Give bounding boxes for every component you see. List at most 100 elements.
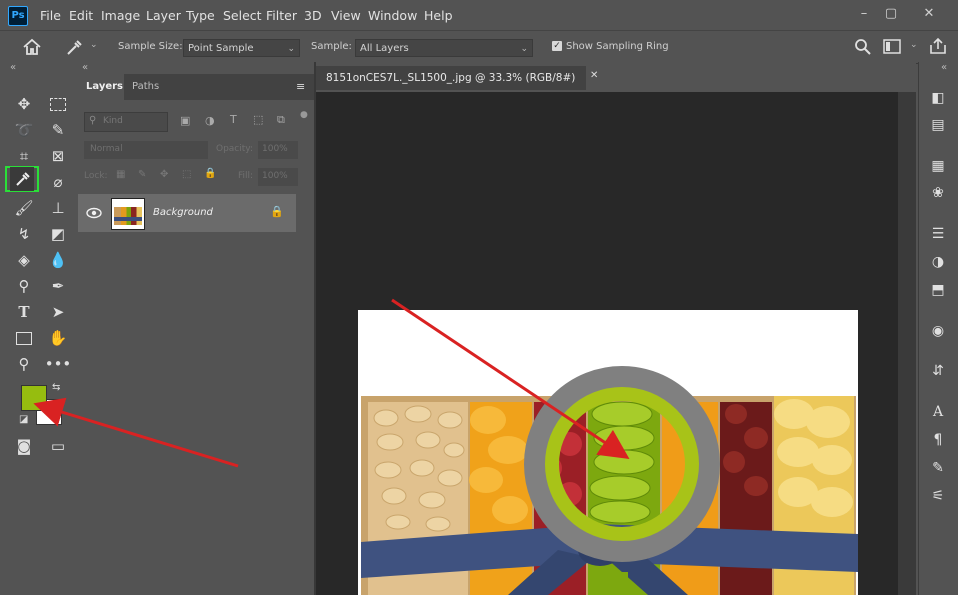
workspace-chevron-icon[interactable]: ⌄ xyxy=(910,40,918,50)
eyedropper-tool-preset-icon[interactable] xyxy=(64,38,84,56)
layer-row-background[interactable]: Background 🔒 xyxy=(78,194,296,232)
healing-brush-tool-icon[interactable]: ⌀ xyxy=(46,170,70,194)
foreground-color-swatch[interactable] xyxy=(21,385,47,411)
opacity-field[interactable]: 100% xyxy=(258,141,298,159)
quick-selection-tool-icon[interactable]: ✎ xyxy=(46,118,70,142)
menu-image[interactable]: Image xyxy=(101,8,140,23)
dodge-tool-icon[interactable]: ⚲ xyxy=(12,274,36,298)
layer-lock-icon: 🔒 xyxy=(270,205,284,218)
adjustments-panel-icon[interactable]: ☰ xyxy=(928,224,948,244)
brush-settings-panel-icon[interactable]: ⚟ xyxy=(928,486,948,506)
menu-view[interactable]: View xyxy=(331,8,361,23)
expand-panels-icon[interactable]: « xyxy=(941,62,947,73)
history-panel-icon[interactable]: ⇵ xyxy=(928,361,948,381)
menu-window[interactable]: Window xyxy=(368,8,417,23)
blend-mode-select[interactable]: Normal xyxy=(84,141,208,159)
menu-file[interactable]: File xyxy=(40,8,61,23)
pen-tool-icon[interactable]: ✒ xyxy=(46,274,70,298)
filter-smart-object-icon[interactable]: ⧉ xyxy=(277,113,285,127)
screen-mode-icon[interactable]: ▭ xyxy=(46,434,70,458)
swap-colors-icon[interactable]: ⇆ xyxy=(52,382,60,393)
menu-select[interactable]: Select xyxy=(223,8,262,23)
more-tools-icon[interactable]: ••• xyxy=(45,352,72,376)
character-panel-icon[interactable]: A xyxy=(928,402,948,422)
show-ring-checkbox[interactable]: ✓ xyxy=(552,41,562,51)
lock-all-icon[interactable]: 🔒 xyxy=(204,168,216,179)
swatches-panel-icon[interactable]: ▤ xyxy=(928,115,948,135)
workspace-icon[interactable] xyxy=(883,39,903,55)
filter-type-icon[interactable]: T xyxy=(230,113,237,126)
channels-panel-icon[interactable]: ◉ xyxy=(928,321,948,341)
document-area xyxy=(316,62,916,595)
libraries-panel-icon[interactable]: ❀ xyxy=(928,183,948,203)
marquee-tool-icon[interactable] xyxy=(46,92,70,116)
tab-layers[interactable]: Layers xyxy=(78,74,124,101)
color-panel-icon[interactable]: ◧ xyxy=(928,88,948,108)
history-brush-tool-icon[interactable]: ↯ xyxy=(12,222,36,246)
lasso-tool-icon[interactable]: ➰ xyxy=(12,118,36,142)
tab-paths[interactable]: Paths xyxy=(124,74,168,100)
lock-image-icon[interactable]: ✎ xyxy=(138,169,146,180)
preset-chevron-icon[interactable]: ⌄ xyxy=(90,40,98,50)
lock-position-icon[interactable]: ✥ xyxy=(160,169,168,180)
eyedropper-tool-icon[interactable] xyxy=(10,167,34,191)
type-tool-icon[interactable]: T xyxy=(12,300,36,324)
menu-type[interactable]: Type xyxy=(186,8,215,23)
brushes-panel-icon[interactable]: ✎ xyxy=(928,458,948,478)
chevron-down-icon: ⌄ xyxy=(287,44,295,54)
tab-paths-label: Paths xyxy=(132,81,160,92)
frame-tool-icon[interactable]: ⊠ xyxy=(46,144,70,168)
filter-toggle-icon[interactable]: ● xyxy=(300,110,308,120)
collapse-icon[interactable]: « xyxy=(10,62,16,73)
default-colors-icon[interactable]: ◪ xyxy=(19,414,28,425)
styles-panel-icon[interactable]: ◑ xyxy=(928,252,948,272)
filter-adjustment-icon[interactable]: ◑ xyxy=(205,114,215,127)
sample-select[interactable]: All Layers ⌄ xyxy=(355,39,533,57)
paragraph-panel-icon[interactable]: ¶ xyxy=(928,430,948,450)
fill-field[interactable]: 100% xyxy=(258,168,298,186)
tab-strip-filler xyxy=(168,74,314,100)
image-canvas[interactable] xyxy=(358,310,858,595)
lock-transparent-icon[interactable]: ▦ xyxy=(116,169,125,180)
filter-shape-icon[interactable]: ⬚ xyxy=(253,113,263,126)
filter-kind-select[interactable]: ⚲ Kind xyxy=(84,112,168,132)
fruit-tray-image xyxy=(361,366,858,595)
brush-tool-icon[interactable]: 🖌 xyxy=(12,196,36,220)
maximize-icon[interactable]: ▢ xyxy=(881,4,901,24)
patterns-panel-icon[interactable]: ▦ xyxy=(928,156,948,176)
lock-artboard-icon[interactable]: ⬚ xyxy=(182,169,191,180)
filter-pixel-icon[interactable]: ▣ xyxy=(180,114,190,127)
document-tab[interactable]: 8151onCES7L._SL1500_.jpg @ 33.3% (RGB/8#… xyxy=(316,66,586,90)
menu-3d[interactable]: 3D xyxy=(304,8,322,23)
menu-filter[interactable]: Filter xyxy=(266,8,297,23)
menu-help[interactable]: Help xyxy=(424,8,453,23)
minimize-icon[interactable]: – xyxy=(854,4,874,24)
blur-tool-icon[interactable]: 💧 xyxy=(46,248,70,272)
search-icon: ⚲ xyxy=(89,115,97,126)
panel-menu-icon[interactable]: ≡ xyxy=(296,80,305,93)
rectangle-tool-icon[interactable] xyxy=(12,326,36,350)
search-icon[interactable] xyxy=(854,38,872,56)
crop-tool-icon[interactable]: ⌗ xyxy=(12,144,36,168)
sample-value: All Layers xyxy=(360,43,409,54)
filter-kind-label: Kind xyxy=(103,116,123,126)
share-icon[interactable] xyxy=(928,37,948,55)
eraser-tool-icon[interactable]: ◩ xyxy=(46,222,70,246)
menu-layer[interactable]: Layer xyxy=(146,8,181,23)
vertical-scrollbar[interactable] xyxy=(898,92,916,595)
home-icon[interactable] xyxy=(22,38,42,56)
move-tool-icon[interactable]: ✥ xyxy=(12,92,36,116)
visibility-eye-icon[interactable] xyxy=(86,207,102,219)
zoom-tool-icon[interactable]: ⚲ xyxy=(12,352,36,376)
document-tab-close-icon[interactable]: ✕ xyxy=(590,70,598,81)
menu-edit[interactable]: Edit xyxy=(69,8,93,23)
close-icon[interactable]: ✕ xyxy=(919,4,939,24)
collapse-icon[interactable]: « xyxy=(82,62,88,73)
clone-stamp-tool-icon[interactable]: ⊥ xyxy=(46,196,70,220)
quick-mask-icon[interactable]: ◙ xyxy=(12,434,36,458)
hand-tool-icon[interactable]: ✋ xyxy=(46,326,70,350)
properties-panel-icon[interactable]: ⬒ xyxy=(928,280,948,300)
sample-size-select[interactable]: Point Sample ⌄ xyxy=(183,39,300,57)
path-selection-tool-icon[interactable]: ➤ xyxy=(46,300,70,324)
paint-bucket-tool-icon[interactable]: ◈ xyxy=(12,248,36,272)
